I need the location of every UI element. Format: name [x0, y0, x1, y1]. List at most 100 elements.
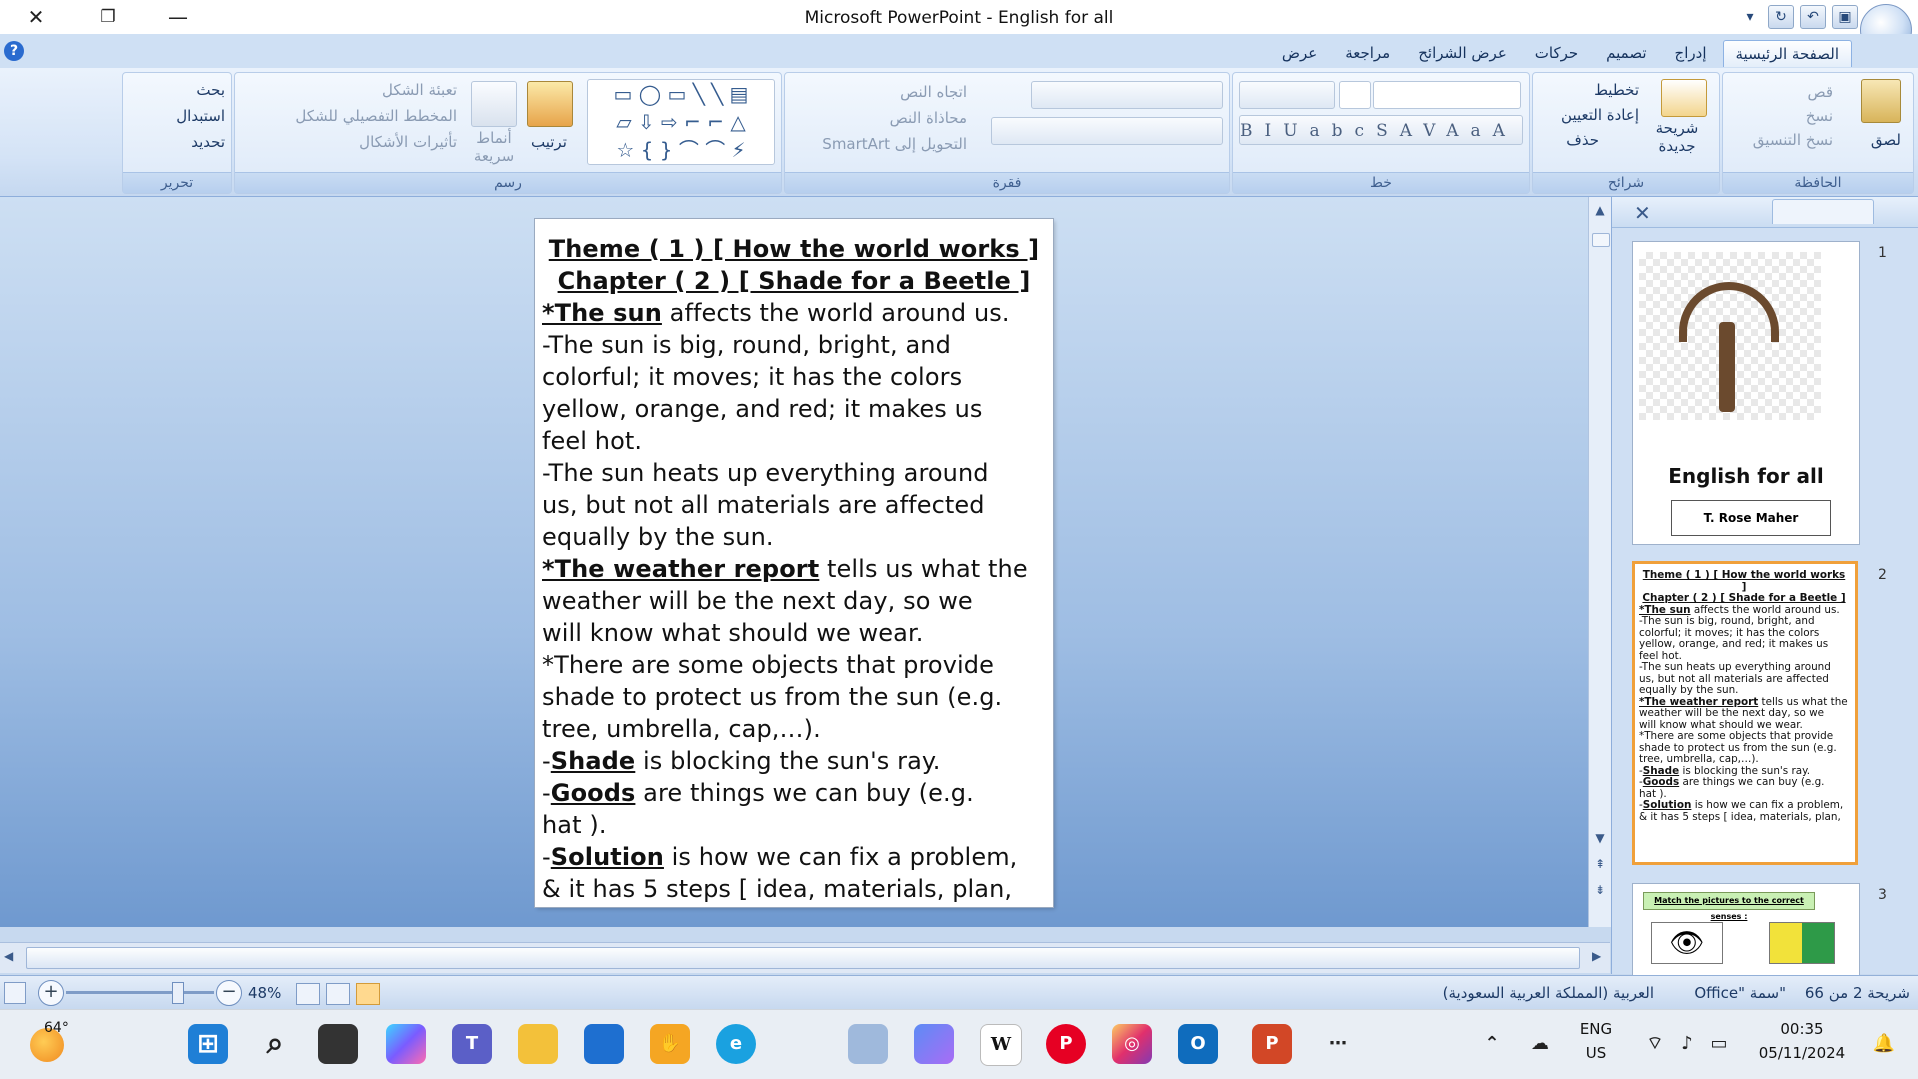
copilot-icon[interactable]	[386, 1024, 426, 1064]
arrange-icon[interactable]	[527, 81, 573, 127]
edge-icon[interactable]: e	[716, 1024, 756, 1064]
zoom-slider[interactable]	[66, 991, 214, 994]
next-slide-icon[interactable]: ⇟	[1591, 881, 1609, 899]
select-button[interactable]: تحديد	[191, 133, 225, 151]
instagram-icon[interactable]: ◎	[1112, 1024, 1152, 1064]
shape-effects-button[interactable]: تأثيرات الأشكال	[359, 133, 457, 151]
font-size-box[interactable]	[1339, 81, 1371, 109]
region-code[interactable]: US	[1576, 1044, 1616, 1062]
scroll-down-icon[interactable]: ▼	[1591, 829, 1609, 847]
alignment-buttons[interactable]	[991, 117, 1223, 145]
list-buttons[interactable]	[1031, 81, 1223, 109]
zoom-in-icon[interactable]: +	[38, 980, 64, 1006]
redo-icon[interactable]: ↻	[1768, 5, 1794, 29]
tab-home[interactable]: الصفحة الرئيسية	[1722, 40, 1852, 67]
save-icon[interactable]: ▣	[1832, 5, 1858, 29]
copilot-app-icon[interactable]	[914, 1024, 954, 1064]
new-slide-button[interactable]: شريحة جديدة	[1647, 119, 1707, 155]
slides-tab[interactable]	[1772, 199, 1874, 224]
h-scroll-thumb[interactable]	[26, 947, 1580, 969]
tab-review[interactable]: مراجعة	[1333, 40, 1402, 67]
paste-button[interactable]: لصق	[1871, 131, 1901, 149]
text-direction-button[interactable]: اتجاه النص	[900, 83, 967, 101]
language-status[interactable]: العربية (المملكة العربية السعودية)	[1443, 984, 1654, 1002]
copy-button[interactable]: نسخ	[1806, 107, 1833, 125]
file-explorer-icon[interactable]	[518, 1024, 558, 1064]
previous-slide-icon[interactable]: ⇞	[1591, 855, 1609, 873]
epub-icon[interactable]	[848, 1024, 888, 1064]
tab-animations[interactable]: حركات	[1523, 40, 1590, 67]
layout-button[interactable]: تخطيط	[1594, 81, 1639, 99]
delete-slide-button[interactable]: حذف	[1566, 131, 1599, 149]
onedrive-icon[interactable]: ☁	[1520, 1024, 1560, 1064]
align-text-button[interactable]: محاذاة النص	[890, 109, 967, 127]
tab-view[interactable]: عرض	[1270, 40, 1329, 67]
shape-fill-button[interactable]: تعبئة الشكل	[382, 81, 457, 99]
font-size-buttons[interactable]	[1239, 81, 1335, 109]
scroll-up-icon[interactable]: ▲	[1591, 201, 1609, 219]
reset-button[interactable]: إعادة التعيين	[1561, 106, 1639, 124]
wifi-icon[interactable]: ⌔	[1640, 1024, 1670, 1064]
slideshow-view-icon[interactable]	[296, 983, 320, 1005]
slide-line: & it has 5 steps [ idea, materials, plan…	[542, 875, 1013, 903]
close-panel-icon[interactable]: ✕	[1634, 201, 1651, 225]
weather-temp[interactable]: 64°	[44, 1020, 69, 1036]
more-apps-icon[interactable]: ⋯	[1318, 1024, 1358, 1064]
zoom-level[interactable]: 48%	[248, 984, 281, 1002]
slide-thumbnail-2[interactable]: Theme ( 1 ) [ How the world works ] Chap…	[1632, 561, 1858, 865]
find-button[interactable]: بحث	[196, 81, 225, 99]
clock-date[interactable]: 05/11/2024	[1752, 1044, 1852, 1062]
pinterest-icon[interactable]: P	[1046, 1024, 1086, 1064]
quick-styles-button[interactable]: أنماط سريعة	[467, 129, 521, 165]
slide-thumbnail-1[interactable]: English for all T. Rose Maher	[1632, 241, 1860, 545]
app-icon[interactable]: ✋	[650, 1024, 690, 1064]
cut-button[interactable]: قص	[1807, 83, 1833, 101]
store-icon[interactable]	[584, 1024, 624, 1064]
tab-slideshow[interactable]: عرض الشرائح	[1406, 40, 1519, 67]
chevron-up-icon[interactable]: ⌃	[1472, 1024, 1512, 1064]
vertical-scrollbar[interactable]: ▲ ▼ ⇞ ⇟	[1588, 197, 1611, 927]
search-icon[interactable]: ⌕	[255, 1024, 295, 1064]
wikipedia-icon[interactable]: W	[980, 1024, 1022, 1066]
clock-time[interactable]: 00:35	[1752, 1020, 1852, 1038]
start-icon[interactable]: ⊞	[188, 1024, 228, 1064]
battery-icon[interactable]: ▭	[1704, 1024, 1734, 1064]
scroll-right-icon[interactable]: ▶	[1592, 949, 1601, 963]
notification-bell-icon[interactable]: 🔔	[1864, 1024, 1904, 1064]
shape-outline-button[interactable]: المخطط التفصيلي للشكل	[295, 107, 457, 125]
paste-icon[interactable]	[1861, 79, 1901, 123]
tab-insert[interactable]: إدراج	[1663, 40, 1719, 67]
volume-icon[interactable]: ♪	[1672, 1024, 1702, 1064]
ribbon-tabs: ? الصفحة الرئيسية إدراج تصميم حركات عرض …	[0, 34, 1918, 68]
fit-to-window-icon[interactable]	[4, 982, 26, 1004]
slide-line: *The sun affects the world around us.	[542, 299, 1010, 327]
tab-design[interactable]: تصميم	[1594, 40, 1658, 67]
shapes-gallery[interactable]: ▭ ◯ ▭ ╲ ╲ ▤ ▱ ⇩ ⇨ ⌐ ⌐ △ ☆ { } ⌒ ⌒ ⚡	[587, 79, 775, 165]
horizontal-scrollbar[interactable]: ◀ ▶	[0, 942, 1610, 973]
outlook-icon[interactable]: O	[1178, 1024, 1218, 1064]
help-icon[interactable]: ?	[4, 41, 24, 61]
replace-button[interactable]: استبدال	[176, 107, 225, 125]
scroll-left-icon[interactable]: ◀	[4, 949, 13, 963]
format-painter-button[interactable]: نسخ التنسيق	[1753, 131, 1833, 149]
slide-thumbnail-3[interactable]: Match the pictures to the correct senses…	[1632, 883, 1860, 975]
convert-smartart-button[interactable]: التحويل إلى SmartArt	[822, 135, 967, 153]
new-slide-icon[interactable]	[1661, 79, 1707, 117]
task-view-icon[interactable]	[318, 1024, 358, 1064]
language-code[interactable]: ENG	[1576, 1020, 1616, 1038]
window-title: Microsoft PowerPoint - English for all	[804, 8, 1114, 28]
customize-qat-icon[interactable]: ▾	[1738, 6, 1762, 28]
teams-icon[interactable]: T	[452, 1024, 492, 1064]
arrange-button[interactable]: ترتيب	[531, 133, 567, 151]
undo-icon[interactable]: ↶	[1800, 5, 1826, 29]
font-name-box[interactable]	[1373, 81, 1521, 109]
zoom-slider-thumb[interactable]	[172, 982, 184, 1004]
zoom-out-icon[interactable]: −	[216, 980, 242, 1006]
font-format-buttons[interactable]: BIUabcSAVAaA	[1239, 115, 1523, 145]
scroll-thumb[interactable]	[1592, 233, 1610, 247]
powerpoint-icon[interactable]: P	[1252, 1024, 1292, 1064]
quick-styles-icon[interactable]	[471, 81, 517, 127]
sorter-view-icon[interactable]	[326, 983, 350, 1005]
normal-view-icon[interactable]	[356, 983, 380, 1005]
slide-canvas[interactable]: Theme ( 1 ) [ How the world works ] Chap…	[535, 219, 1053, 907]
